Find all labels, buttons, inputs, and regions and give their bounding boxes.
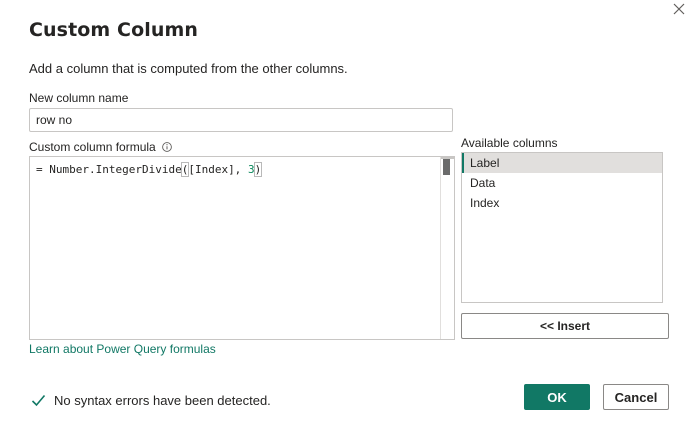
column-name-input[interactable] — [29, 108, 453, 132]
cancel-button[interactable]: Cancel — [603, 384, 669, 410]
formula-close-paren: ) — [253, 162, 263, 177]
close-icon[interactable] — [672, 2, 686, 16]
formula-number: 3 — [247, 163, 255, 176]
formula-text[interactable]: = Number.IntegerDivide([Index], 3) — [36, 162, 263, 177]
insert-button[interactable]: << Insert — [461, 313, 669, 339]
formula-scrollbar[interactable] — [440, 157, 455, 339]
available-columns-label: Available columns — [461, 136, 558, 150]
info-icon[interactable] — [161, 142, 172, 152]
dialog-subtitle: Add a column that is computed from the o… — [29, 61, 348, 76]
custom-column-dialog: Custom Column Add a column that is compu… — [0, 0, 691, 435]
available-columns-list: Label Data Index — [461, 152, 663, 303]
formula-label: Custom column formula — [29, 140, 156, 154]
learn-power-query-link[interactable]: Learn about Power Query formulas — [29, 342, 216, 356]
scrollbar-thumb[interactable] — [443, 159, 450, 175]
column-name-label: New column name — [29, 91, 129, 105]
formula-prefix: = Number.IntegerDivide — [36, 163, 182, 176]
column-item-index[interactable]: Index — [462, 193, 662, 213]
checkmark-icon — [31, 394, 46, 407]
syntax-status-text: No syntax errors have been detected. — [54, 393, 271, 408]
dialog-title: Custom Column — [29, 19, 198, 41]
formula-args: [Index], — [188, 163, 248, 176]
ok-button[interactable]: OK — [524, 384, 590, 410]
formula-editor[interactable]: = Number.IntegerDivide([Index], 3) — [29, 156, 455, 340]
column-item-label[interactable]: Label — [462, 153, 662, 173]
column-item-data[interactable]: Data — [462, 173, 662, 193]
syntax-status: No syntax errors have been detected. — [31, 393, 271, 408]
formula-label-row: Custom column formula — [29, 140, 172, 154]
